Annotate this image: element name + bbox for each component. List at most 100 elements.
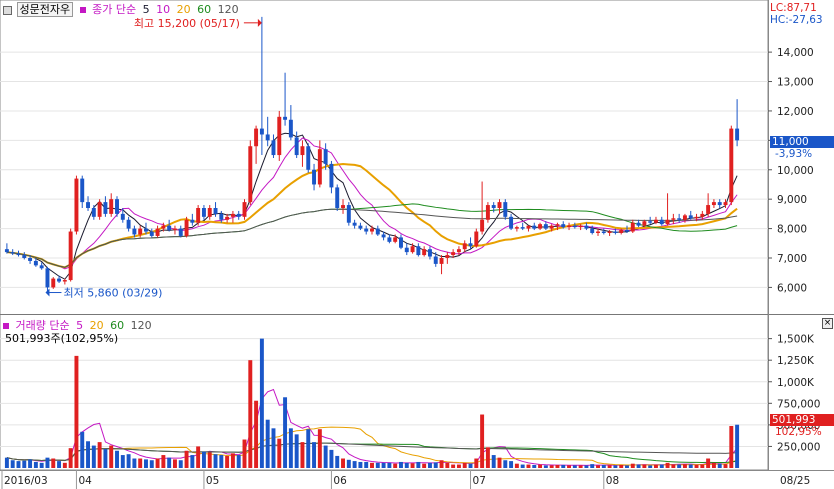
volume-bar: [28, 459, 33, 468]
candle-body: [549, 225, 554, 229]
candle-body: [688, 215, 693, 219]
candle-body: [167, 225, 172, 231]
candle-body: [254, 128, 259, 147]
candle-body: [115, 199, 119, 214]
volume-bar: [642, 464, 647, 468]
volume-bar: [404, 462, 409, 468]
volume-bar: [259, 338, 264, 468]
volume-bar: [451, 464, 456, 468]
volume-bar: [132, 458, 137, 468]
stock-title[interactable]: 성문전자우: [16, 2, 74, 17]
candle-body: [711, 202, 716, 206]
candle-body: [694, 216, 699, 219]
volume-bar: [387, 462, 392, 468]
candle-body: [236, 213, 241, 217]
candle-body: [80, 178, 85, 203]
candle-body: [682, 215, 687, 220]
volume-bar: [86, 441, 91, 468]
volume-bar: [410, 463, 415, 468]
candle-body: [706, 205, 711, 214]
volume-bar: [723, 464, 728, 468]
volume-bar: [497, 457, 502, 468]
volume-bar: [22, 460, 27, 468]
candle-body: [225, 216, 230, 220]
volume-bar: [584, 465, 589, 468]
volume-bar: [653, 464, 658, 468]
date-label-current: 08/25: [780, 475, 810, 487]
volume-bar: [33, 461, 38, 468]
stock-chart[interactable]: 6,000 7,000 8,000 9,000 10,000 11,000 12,000 13…: [0, 0, 834, 489]
candle-body: [456, 249, 461, 253]
volume-bar: [190, 455, 195, 468]
volume-bar: [277, 438, 282, 468]
price-tick-label: 13,000: [777, 77, 814, 89]
candle-body: [665, 219, 670, 225]
volume-bar: [485, 447, 490, 468]
candle-body: [68, 231, 73, 281]
candle-body: [532, 225, 537, 229]
candle-body: [57, 278, 62, 282]
volume-bar: [538, 464, 543, 468]
volume-bar: [590, 464, 595, 468]
candle-body: [190, 219, 195, 223]
candle-body: [277, 116, 282, 156]
volume-bar: [178, 460, 183, 468]
candle-body: [138, 228, 143, 235]
volume-bar: [10, 460, 15, 468]
candle-body: [62, 280, 67, 282]
volume-bar: [283, 397, 288, 468]
volume-bar: [51, 458, 56, 468]
volume-bar: [607, 465, 612, 468]
volume-bar: [596, 465, 600, 468]
chart-menu-icon[interactable]: [3, 5, 12, 15]
candle-body: [485, 205, 490, 220]
volume-bar: [358, 461, 363, 468]
date-label: 04: [78, 475, 92, 487]
volume-bar: [514, 463, 519, 468]
volume-bar: [4, 457, 9, 468]
volume-bar: [265, 419, 270, 468]
candle-body: [422, 249, 427, 256]
candle-body: [601, 231, 606, 233]
date-label: 06: [333, 475, 347, 487]
volume-bar: [39, 462, 44, 468]
candle-body: [578, 225, 583, 228]
volume-bar: [549, 465, 554, 468]
candle-body: [358, 225, 363, 229]
volume-bar: [688, 464, 693, 468]
volume-bar: [91, 445, 96, 468]
candle-body: [399, 237, 403, 248]
volume-bar: [68, 448, 73, 468]
volume-bar: [201, 451, 206, 468]
volume-bar: [456, 464, 461, 468]
volume-bar: [393, 463, 398, 468]
volume-bar: [509, 461, 514, 468]
candle-body: [509, 216, 514, 229]
volume-bar: [711, 462, 716, 468]
volume-bar: [352, 461, 357, 468]
volume-bar: [271, 428, 276, 468]
volume-bar: [474, 458, 479, 468]
candle-body: [172, 228, 177, 231]
candle-body: [567, 225, 572, 228]
candle-body: [271, 140, 276, 156]
lc-value: LC:87,71: [770, 2, 817, 14]
candle-body: [317, 149, 322, 185]
volume-bar: [532, 464, 537, 468]
candle-body: [416, 246, 421, 256]
candle-body: [677, 218, 682, 220]
current-volume-tag: 501,993: [770, 414, 834, 426]
volume-bar: [370, 462, 374, 468]
volume-bar: [416, 461, 421, 468]
candle-body: [109, 199, 114, 214]
candle-body: [370, 228, 374, 232]
candle-body: [207, 208, 212, 217]
candle-body: [526, 225, 531, 229]
high-annotation: 최고 15,200 (05/17): [134, 17, 240, 30]
candle-body: [375, 228, 380, 235]
volume-bar: [97, 442, 102, 468]
candle-body: [144, 228, 148, 232]
close-pane-icon[interactable]: ×: [822, 318, 833, 329]
candle-body: [132, 228, 137, 235]
candle-body: [283, 116, 288, 120]
